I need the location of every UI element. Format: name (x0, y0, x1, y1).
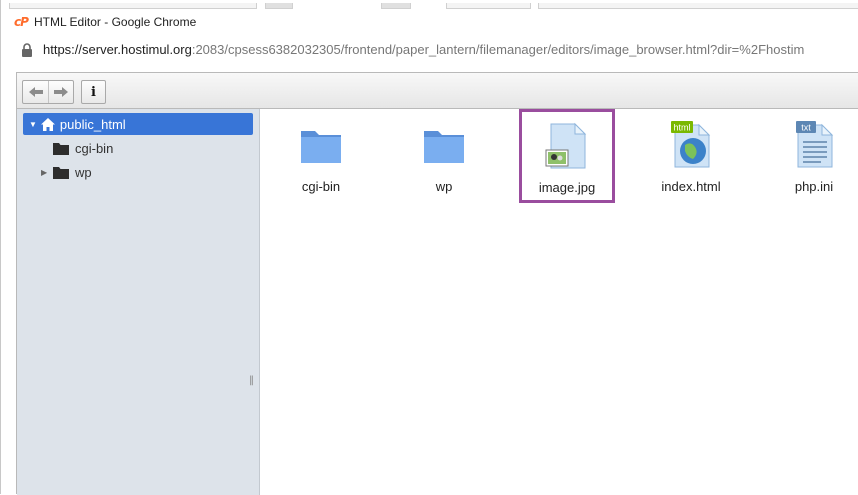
arrow-left-icon (28, 87, 43, 97)
file-item-image-jpg[interactable]: image.jpg (519, 109, 615, 203)
txt-badge: txt (801, 123, 811, 133)
tree-item-label: cgi-bin (75, 140, 114, 156)
info-button[interactable]: i (81, 80, 106, 104)
file-name: cgi-bin (301, 179, 341, 194)
back-button[interactable] (23, 81, 48, 103)
arrow-right-icon (54, 87, 68, 97)
resize-handle[interactable]: ‖ (249, 375, 254, 386)
folder-icon (53, 142, 69, 155)
expanded-triangle-icon[interactable]: ▼ (29, 120, 37, 129)
file-name: image.jpg (538, 180, 596, 195)
url-text[interactable]: https://server.hostimul.org:2083/cpsess6… (43, 42, 804, 57)
file-item-index-html[interactable]: html index.html (646, 111, 736, 201)
background-tab (381, 3, 411, 9)
folder-tree: ▼ public_html cgi-bin ▶ wp ‖ (17, 109, 260, 495)
tree-item-public-html[interactable]: ▼ public_html (23, 113, 253, 135)
nav-button-group (22, 80, 74, 104)
forward-button[interactable] (48, 81, 73, 103)
toolbar: i (17, 73, 858, 109)
file-name: wp (435, 179, 453, 194)
title-bar: cP HTML Editor - Google Chrome (1, 0, 858, 38)
text-file-icon: txt (796, 121, 834, 168)
background-tab (538, 3, 858, 9)
tree-item-wp[interactable]: ▶ wp (41, 161, 92, 183)
file-grid: cgi-bin wp image.jpg html index.html txt… (260, 109, 858, 495)
cpanel-logo: cP (14, 15, 29, 29)
folder-icon (424, 131, 464, 163)
html-file-icon: html (671, 121, 711, 168)
file-browser-frame: i ▼ public_html cgi-bin ▶ wp ‖ cgi-bin w… (16, 72, 858, 495)
file-name: php.ini (794, 179, 834, 194)
file-item-php-ini[interactable]: txt php.ini (769, 111, 858, 201)
file-item-cgi-bin[interactable]: cgi-bin (276, 111, 366, 201)
background-tab (265, 3, 293, 9)
folder-icon (53, 166, 69, 179)
background-tab (9, 3, 257, 9)
file-name: index.html (661, 179, 721, 194)
window-title: HTML Editor - Google Chrome (34, 15, 197, 29)
tree-item-cgi-bin[interactable]: cgi-bin (41, 137, 113, 159)
collapsed-triangle-icon[interactable]: ▶ (41, 168, 53, 177)
image-file-icon (545, 122, 587, 169)
html-badge: html (673, 123, 690, 133)
lock-icon (22, 43, 32, 57)
tree-item-label: public_html (59, 116, 126, 132)
tree-item-label: wp (75, 164, 92, 180)
url-path: :2083/cpsess6382032305/frontend/paper_la… (191, 42, 805, 57)
folder-icon (301, 131, 341, 163)
url-host: https://server.hostimul.org (43, 42, 192, 57)
home-icon (40, 117, 55, 131)
file-item-wp[interactable]: wp (399, 111, 489, 201)
background-tab (446, 3, 531, 9)
popup-window: cP HTML Editor - Google Chrome https://s… (0, 0, 858, 495)
